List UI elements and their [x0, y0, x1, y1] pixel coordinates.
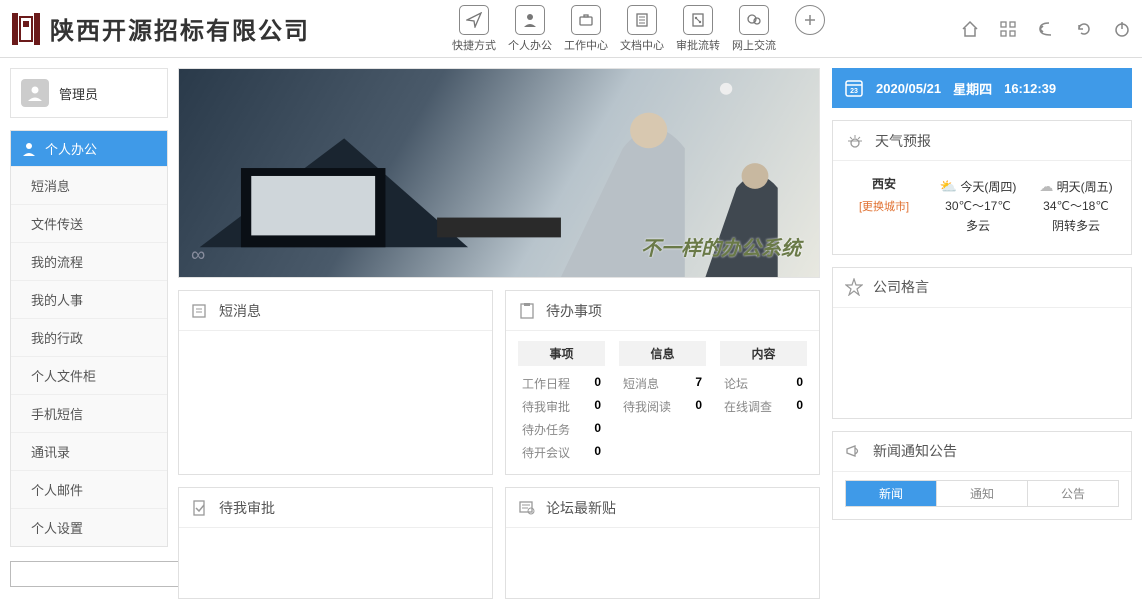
briefcase-icon: [571, 5, 601, 35]
card-sms: 短消息: [178, 290, 493, 475]
card-approval: 待我审批: [178, 487, 493, 599]
todo-row[interactable]: 待开会议0: [518, 441, 605, 464]
back-icon[interactable]: [1036, 19, 1056, 39]
apps-icon[interactable]: [998, 19, 1018, 39]
search-row: [10, 561, 168, 587]
forum-icon: [518, 499, 536, 517]
todo-row[interactable]: 短消息7: [619, 372, 706, 395]
nav-add[interactable]: [786, 5, 834, 53]
todo-row[interactable]: 工作日程0: [518, 372, 605, 395]
card-title: 公司格言: [873, 277, 929, 297]
header-actions: [960, 19, 1132, 39]
home-icon[interactable]: [960, 19, 980, 39]
weather-icon: [845, 131, 865, 151]
chat-icon: [739, 5, 769, 35]
todo-col-head: 信息: [619, 341, 706, 366]
search-input[interactable]: [10, 561, 201, 587]
svg-text:23: 23: [850, 88, 858, 95]
change-city-link[interactable]: [更换城市]: [839, 198, 929, 214]
power-icon[interactable]: [1112, 19, 1132, 39]
nav-personal[interactable]: 个人办公: [506, 5, 554, 53]
banner-image: ∞ 不一样的办公系统: [178, 68, 820, 278]
news-tabs: 新闻 通知 公告: [845, 480, 1119, 507]
card-forum: 论坛最新贴: [505, 487, 820, 599]
menu-item-5[interactable]: 个人文件柜: [11, 356, 167, 394]
time-text: 16:12:39: [1004, 81, 1056, 96]
cloud-icon: ☁: [1039, 178, 1053, 194]
top-nav: 快捷方式 个人办公 工作中心 文档中心 审批流转 网上交流: [450, 5, 834, 53]
card-title: 短消息: [219, 301, 261, 321]
date-text: 2020/05/21: [876, 81, 941, 96]
plus-icon: [795, 5, 825, 35]
approval-icon: [191, 499, 209, 517]
datetime-bar: 23 2020/05/21 星期四 16:12:39: [832, 68, 1132, 108]
nav-shortcut[interactable]: 快捷方式: [450, 5, 498, 53]
todo-columns: 事项 工作日程0待我审批0待办任务0待开会议0 信息 短消息7待我阅读0 内容 …: [518, 341, 807, 464]
menu-item-9[interactable]: 个人设置: [11, 508, 167, 546]
clipboard-icon: [518, 302, 536, 320]
todo-row[interactable]: 在线调查0: [720, 395, 807, 418]
weather-city: 西安: [839, 175, 929, 192]
send-icon: [459, 5, 489, 35]
todo-col-head: 内容: [720, 341, 807, 366]
flow-icon: [683, 5, 713, 35]
menu-header[interactable]: 个人办公: [11, 131, 167, 166]
user-avatar-icon: [21, 79, 49, 107]
menu-item-8[interactable]: 个人邮件: [11, 470, 167, 508]
todo-row[interactable]: 待我审批0: [518, 395, 605, 418]
card-motto: 公司格言: [832, 267, 1132, 419]
news-tab-notice[interactable]: 通知: [937, 481, 1028, 506]
menu-item-0[interactable]: 短消息: [11, 166, 167, 204]
company-name: 陕西开源招标有限公司: [50, 11, 310, 46]
card-title: 待办事项: [546, 301, 602, 321]
news-tab-announce[interactable]: 公告: [1028, 481, 1118, 506]
todo-row[interactable]: 待办任务0: [518, 418, 605, 441]
document-icon: [627, 5, 657, 35]
card-weather: 天气预报 西安 [更换城市] ⛅ 今天(周四) 30℃～17℃ 多云 ☁: [832, 120, 1132, 255]
app-header: 陕西开源招标有限公司 快捷方式 个人办公 工作中心 文档中心 审批流转 网上交流: [0, 0, 1142, 58]
card-news: 新闻通知公告 新闻 通知 公告: [832, 431, 1132, 520]
menu-item-2[interactable]: 我的流程: [11, 242, 167, 280]
weather-tomorrow: ☁ 明天(周五) 34℃～18℃ 阴转多云: [1027, 175, 1125, 236]
todo-row[interactable]: 待我阅读0: [619, 395, 706, 418]
main-content: ∞ 不一样的办公系统 短消息 待办事项: [178, 68, 1132, 599]
user-card: 管理员: [10, 68, 168, 118]
star-icon: [845, 278, 863, 296]
nav-approval[interactable]: 审批流转: [674, 5, 722, 53]
banner-watermark-icon: ∞: [191, 244, 205, 267]
todo-row[interactable]: 论坛0: [720, 372, 807, 395]
banner-slogan: 不一样的办公系统: [641, 232, 801, 261]
menu-item-1[interactable]: 文件传送: [11, 204, 167, 242]
todo-col-head: 事项: [518, 341, 605, 366]
news-tab-news[interactable]: 新闻: [846, 481, 937, 506]
company-logo-icon: [10, 11, 42, 47]
weather-today: ⛅ 今天(周四) 30℃～17℃ 多云: [929, 175, 1027, 236]
card-title: 论坛最新贴: [546, 498, 616, 518]
card-title: 天气预报: [875, 131, 931, 151]
person-icon: [515, 5, 545, 35]
calendar-icon: 23: [844, 78, 864, 98]
menu-item-6[interactable]: 手机短信: [11, 394, 167, 432]
menu-item-4[interactable]: 我的行政: [11, 318, 167, 356]
nav-work[interactable]: 工作中心: [562, 5, 610, 53]
nav-chat[interactable]: 网上交流: [730, 5, 778, 53]
menu-item-7[interactable]: 通讯录: [11, 432, 167, 470]
megaphone-icon: [845, 442, 863, 460]
card-title: 待我审批: [219, 498, 275, 518]
message-icon: [191, 302, 209, 320]
sun-cloud-icon: ⛅: [940, 178, 957, 194]
card-todo: 待办事项 事项 工作日程0待我审批0待办任务0待开会议0 信息 短消息7待我阅读…: [505, 290, 820, 475]
sidebar-menu: 个人办公 短消息文件传送我的流程我的人事我的行政个人文件柜手机短信通讯录个人邮件…: [10, 130, 168, 547]
main-layout: 管理员 个人办公 短消息文件传送我的流程我的人事我的行政个人文件柜手机短信通讯录…: [0, 58, 1142, 609]
person-icon: [21, 141, 37, 157]
logo-area: 陕西开源招标有限公司: [10, 11, 450, 47]
weekday-text: 星期四: [953, 79, 992, 98]
sidebar: 管理员 个人办公 短消息文件传送我的流程我的人事我的行政个人文件柜手机短信通讯录…: [10, 68, 168, 599]
user-name: 管理员: [59, 84, 98, 103]
menu-item-3[interactable]: 我的人事: [11, 280, 167, 318]
card-title: 新闻通知公告: [873, 441, 957, 461]
refresh-icon[interactable]: [1074, 19, 1094, 39]
nav-docs[interactable]: 文档中心: [618, 5, 666, 53]
